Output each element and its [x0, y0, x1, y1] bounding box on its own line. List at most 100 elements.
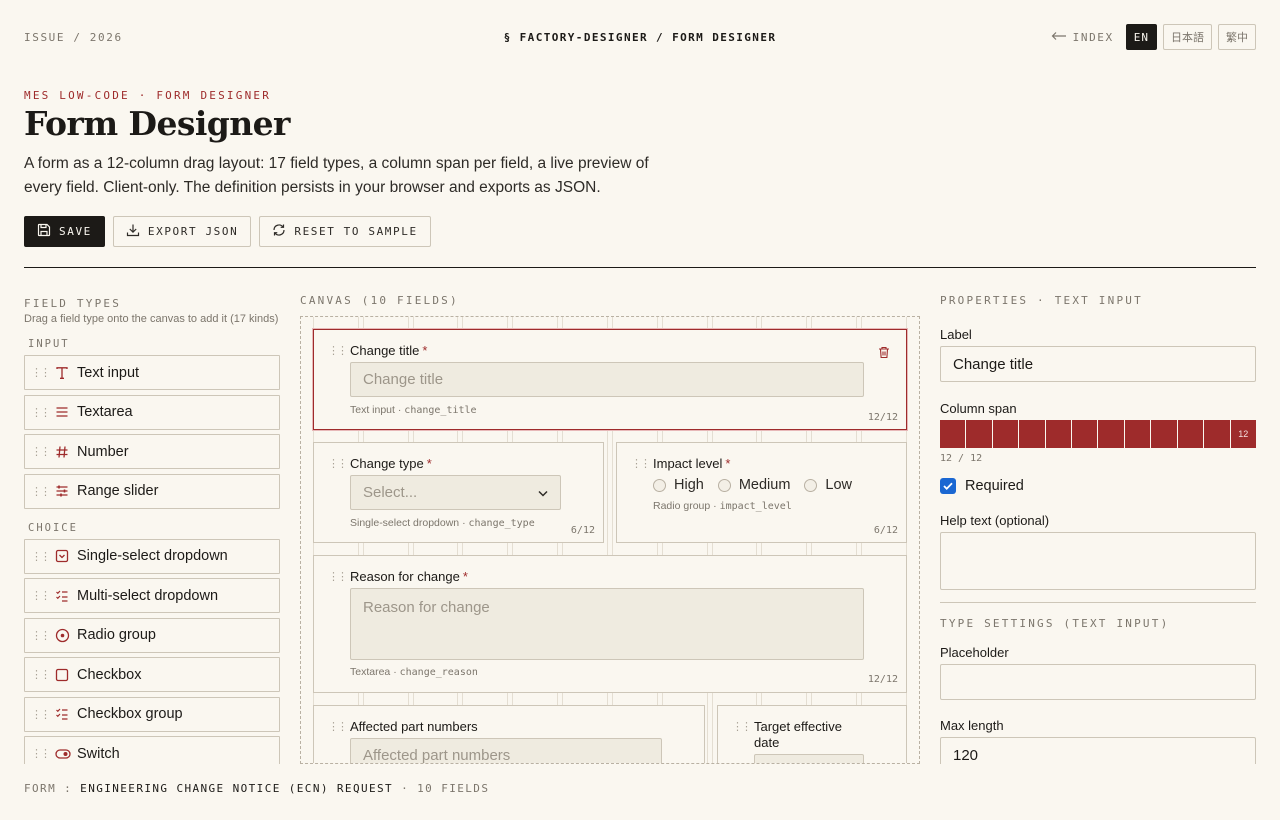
palette-item-textarea[interactable]: ⋮⋮ Textarea [24, 394, 280, 430]
radio-option[interactable]: Low [804, 477, 852, 493]
field-span-badge: 12/12 [867, 674, 898, 685]
required-checkbox[interactable] [940, 478, 956, 494]
drag-handle-icon[interactable]: ⋮⋮ [631, 457, 651, 470]
canvas-field-reason[interactable]: ⋮⋮ Reason for change * Reason for change … [313, 555, 907, 693]
lang-en-button[interactable]: EN [1125, 24, 1157, 50]
text-input-preview[interactable]: Change title [350, 362, 864, 397]
column-span-label: Column span [940, 401, 1017, 416]
span-cell[interactable] [1098, 420, 1124, 448]
field-label: Affected part numbers [350, 719, 478, 734]
required-checkbox-row[interactable]: Required [940, 478, 1256, 494]
canvas-field-impact-level[interactable]: ⋮⋮ Impact level * High Medium Low Radio g… [616, 442, 907, 543]
form-canvas[interactable]: ⋮⋮ Change title * Change title Text input… [300, 316, 920, 764]
palette-item-checkbox-group[interactable]: ⋮⋮ Checkbox group [24, 696, 280, 732]
textarea-preview[interactable]: Reason for change [350, 588, 864, 660]
canvas-field-change-type[interactable]: ⋮⋮ Change type * Select... Single-select … [313, 442, 604, 543]
index-link[interactable]: INDEX [1051, 31, 1114, 44]
drag-handle-icon[interactable]: ⋮⋮ [732, 720, 752, 733]
field-meta: Textarea · change_reason [350, 666, 478, 678]
download-icon [126, 223, 140, 240]
trash-icon[interactable] [878, 346, 890, 364]
drag-handle-icon: ⋮⋮ [31, 748, 51, 760]
span-cell[interactable] [1019, 420, 1045, 448]
drag-handle-icon: ⋮⋮ [31, 629, 51, 642]
field-meta: Single-select dropdown · change_type [350, 517, 535, 529]
required-label: Required [965, 478, 1024, 494]
radio-option[interactable]: Medium [717, 477, 790, 493]
palette-item-range-slider[interactable]: ⋮⋮ Range slider [24, 473, 280, 509]
footer-prefix: FORM : [24, 782, 73, 795]
span-cell[interactable]: 12 [1230, 420, 1256, 448]
palette-item-multi-select[interactable]: ⋮⋮ Multi-select dropdown [24, 578, 280, 613]
save-button[interactable]: SAVE [24, 216, 105, 247]
chevron-down-icon [538, 484, 548, 501]
palette-item-number[interactable]: ⋮⋮ Number [24, 434, 280, 469]
lang-ja-button[interactable]: 日本語 [1163, 24, 1212, 50]
drag-handle-icon: ⋮⋮ [31, 590, 51, 602]
text-icon [55, 366, 77, 380]
max-length-input[interactable]: 120 [940, 737, 1256, 764]
column-span-picker[interactable]: 12 [940, 420, 1256, 448]
palette-group-choice: CHOICE [28, 521, 78, 534]
canvas-title: CANVAS (10 FIELDS) [300, 294, 459, 307]
drag-handle-icon[interactable]: ⋮⋮ [328, 720, 348, 733]
palette-item-radio-group[interactable]: ⋮⋮ Radio group [24, 617, 280, 653]
select-icon [55, 549, 77, 563]
span-cell[interactable] [1177, 420, 1204, 448]
field-span-badge: 6/12 [570, 525, 595, 536]
span-cell[interactable] [1151, 420, 1177, 448]
field-label: Target effective date [754, 719, 842, 750]
hash-icon [55, 445, 77, 459]
text-input-preview[interactable]: Affected part numbers [350, 738, 662, 763]
drag-handle-icon[interactable]: ⋮⋮ [328, 570, 348, 583]
drag-handle-icon: ⋮⋮ [31, 367, 51, 379]
field-count: · 10 FIELDS [401, 782, 490, 795]
radio-option[interactable]: High [653, 477, 704, 493]
radio-group-preview: High Medium Low [653, 477, 852, 493]
palette-item-single-select[interactable]: ⋮⋮ Single-select dropdown [24, 538, 280, 574]
span-cell[interactable] [1204, 420, 1230, 448]
palette-item-text-input[interactable]: ⋮⋮ Text input [24, 355, 280, 390]
max-length-label: Max length [940, 718, 1004, 733]
span-cell[interactable] [992, 420, 1019, 448]
palette-item-switch[interactable]: ⋮⋮ Switch [24, 736, 280, 764]
radio-icon [55, 628, 77, 643]
field-meta: Radio group · impact_level [653, 500, 792, 512]
toggle-icon [55, 748, 77, 760]
help-text-input[interactable] [940, 532, 1256, 590]
span-cell[interactable] [1072, 420, 1098, 448]
span-cell[interactable] [966, 420, 992, 448]
help-text-label: Help text (optional) [940, 513, 1050, 528]
drag-handle-icon[interactable]: ⋮⋮ [328, 344, 348, 357]
palette-hint: Drag a field type onto the canvas to add… [24, 313, 279, 325]
form-name: ENGINEERING CHANGE NOTICE (ECN) REQUEST [80, 782, 394, 795]
canvas-field-target-date[interactable]: ⋮⋮ Target effective date [717, 705, 907, 763]
properties-panel: PROPERTIES · TEXT INPUT Label Change tit… [940, 294, 1256, 764]
canvas-field-affected-parts[interactable]: ⋮⋮ Affected part numbers Affected part n… [313, 705, 705, 763]
span-cell[interactable] [1045, 420, 1072, 448]
lang-zh-button[interactable]: 繁中 [1218, 24, 1256, 50]
placeholder-label: Placeholder [940, 645, 1009, 660]
drag-handle-icon[interactable]: ⋮⋮ [328, 457, 348, 470]
export-json-button[interactable]: EXPORT JSON [112, 216, 252, 247]
canvas-field-change-title[interactable]: ⋮⋮ Change title * Change title Text input… [313, 329, 907, 430]
palette-item-checkbox[interactable]: ⋮⋮ Checkbox [24, 657, 280, 692]
date-input-preview[interactable] [754, 754, 864, 763]
drag-handle-icon: ⋮⋮ [31, 406, 51, 419]
lines-icon [55, 405, 77, 419]
span-cell[interactable] [940, 420, 966, 448]
label-input[interactable]: Change title [940, 346, 1256, 382]
label-field-label: Label [940, 327, 972, 342]
save-button-label: SAVE [59, 225, 92, 238]
field-span-badge: 12/12 [867, 412, 898, 423]
drag-handle-icon: ⋮⋮ [31, 485, 51, 498]
drag-handle-icon: ⋮⋮ [31, 708, 51, 721]
drag-handle-icon: ⋮⋮ [31, 446, 51, 458]
field-meta: Text input · change_title [350, 404, 477, 416]
select-preview[interactable]: Select... [350, 475, 561, 510]
reset-sample-button[interactable]: RESET TO SAMPLE [259, 216, 431, 247]
field-label: Change type * [350, 456, 432, 471]
span-cell[interactable] [1124, 420, 1151, 448]
placeholder-input[interactable] [940, 664, 1256, 700]
properties-divider [940, 602, 1256, 603]
